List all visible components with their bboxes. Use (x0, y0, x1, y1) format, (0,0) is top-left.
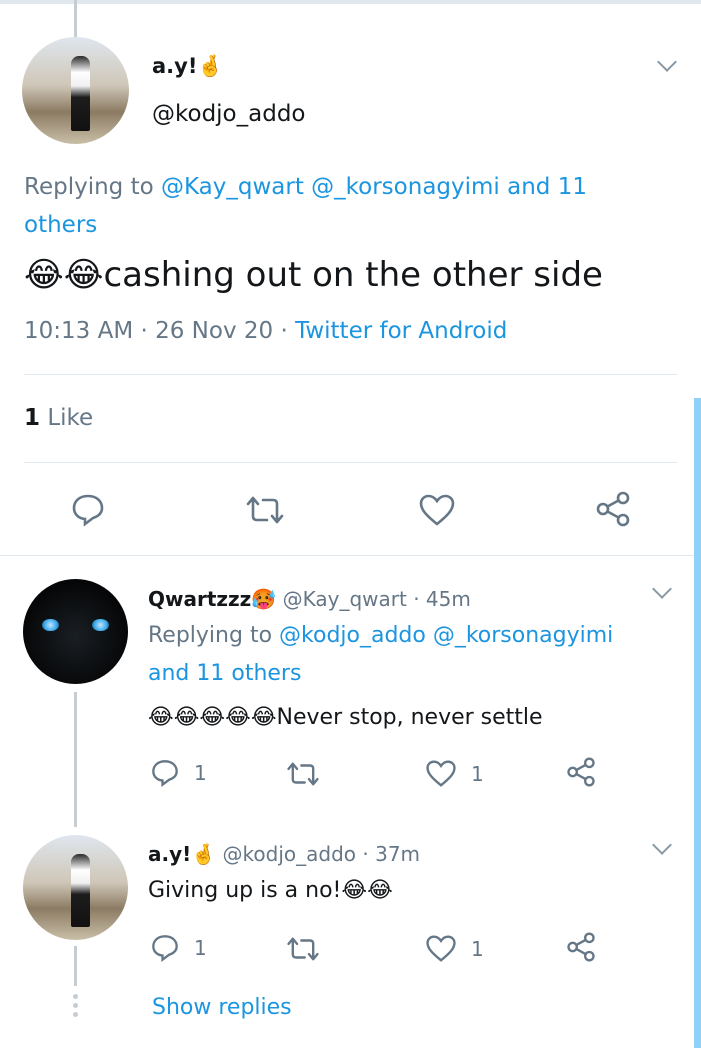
share-button[interactable] (565, 757, 597, 787)
divider (0, 555, 694, 556)
like-button[interactable]: 1 (425, 934, 484, 963)
fingers-crossed-emoji: 🤞 (197, 54, 224, 78)
reply-age: · 45m (413, 587, 471, 611)
laughing-emoji: 😂😂😂😂😂 (148, 705, 277, 730)
reply-icon (152, 935, 178, 962)
fingers-crossed-emoji: 🤞 (191, 842, 217, 866)
reply-author[interactable]: Qwartzzz🥵 @Kay_qwart · 45m (148, 587, 471, 611)
retweet-button[interactable] (245, 494, 285, 526)
reply-text: Giving up is a no!😂😂 (148, 878, 393, 903)
retweet-button[interactable] (286, 935, 320, 963)
avatar[interactable] (22, 37, 129, 144)
reply-handle: @kodjo_addo (222, 842, 357, 866)
hot-face-emoji: 🥵 (251, 587, 277, 611)
avatar[interactable] (23, 579, 128, 684)
thread-line (74, 946, 77, 986)
chevron-down-icon[interactable] (657, 52, 677, 72)
divider (24, 374, 677, 375)
reply-button[interactable] (70, 492, 106, 528)
laughing-emoji: 😂😂 (341, 878, 393, 903)
reply-author[interactable]: a.y!🤞 @kodjo_addo · 37m (148, 842, 420, 866)
thread-dots (71, 994, 79, 1021)
mention-links[interactable]: and 11 others (148, 661, 301, 686)
retweet-icon (287, 937, 319, 961)
author-name[interactable]: a.y!🤞 (152, 54, 224, 79)
thread-line (74, 692, 77, 827)
mention-links[interactable]: @kodjo_addo @_korsonagyimi (279, 623, 613, 648)
reply-count: 1 (194, 936, 207, 960)
avatar[interactable] (23, 835, 128, 940)
reply-text: 😂😂😂😂😂Never stop, never settle (148, 705, 543, 730)
tweet-meta: 10:13 AM · 26 Nov 20 · Twitter for Andro… (24, 318, 508, 344)
like-button[interactable] (418, 493, 456, 527)
replying-to: Replying to @kodjo_addo @_korsonagyimi (148, 623, 614, 648)
thread-connector-top (74, 0, 77, 40)
like-button[interactable]: 1 (425, 759, 484, 788)
laughing-emoji: 😂😂 (24, 255, 104, 295)
tweet-text: 😂😂cashing out on the other side (24, 255, 603, 295)
retweet-icon (246, 496, 284, 524)
chevron-down-icon[interactable] (652, 835, 672, 855)
share-button[interactable] (594, 491, 632, 527)
like-count: 1 (471, 761, 484, 786)
chevron-down-icon[interactable] (652, 579, 672, 599)
reply-button[interactable]: 1 (150, 933, 207, 963)
like-icon (426, 760, 456, 787)
share-icon (567, 932, 595, 962)
scrollbar[interactable] (694, 398, 701, 1048)
client-link[interactable]: Twitter for Android (295, 318, 507, 344)
reply-icon (72, 494, 104, 527)
retweet-button[interactable] (286, 760, 320, 788)
share-icon (596, 491, 630, 527)
share-button[interactable] (565, 932, 597, 962)
show-replies-link[interactable]: Show replies (152, 995, 292, 1020)
replying-to: Replying to @Kay_qwart @_korsonagyimi an… (24, 174, 587, 238)
reply-count: 1 (194, 761, 207, 785)
retweet-icon (287, 762, 319, 786)
top-edge (0, 0, 701, 4)
reply-button[interactable]: 1 (150, 758, 207, 788)
reply-handle: @Kay_qwart (282, 587, 407, 611)
divider (24, 462, 677, 463)
reply-age: · 37m (362, 842, 421, 866)
share-icon (567, 757, 595, 787)
tweet-time: 10:13 AM (24, 318, 134, 344)
like-icon (426, 935, 456, 962)
like-count: 1 (471, 936, 484, 961)
reply-icon (152, 760, 178, 787)
likes-summary[interactable]: 1 Like (24, 405, 93, 431)
like-icon (419, 494, 455, 526)
tweet-date: 26 Nov 20 (155, 318, 274, 344)
author-handle[interactable]: @kodjo_addo (152, 101, 306, 127)
